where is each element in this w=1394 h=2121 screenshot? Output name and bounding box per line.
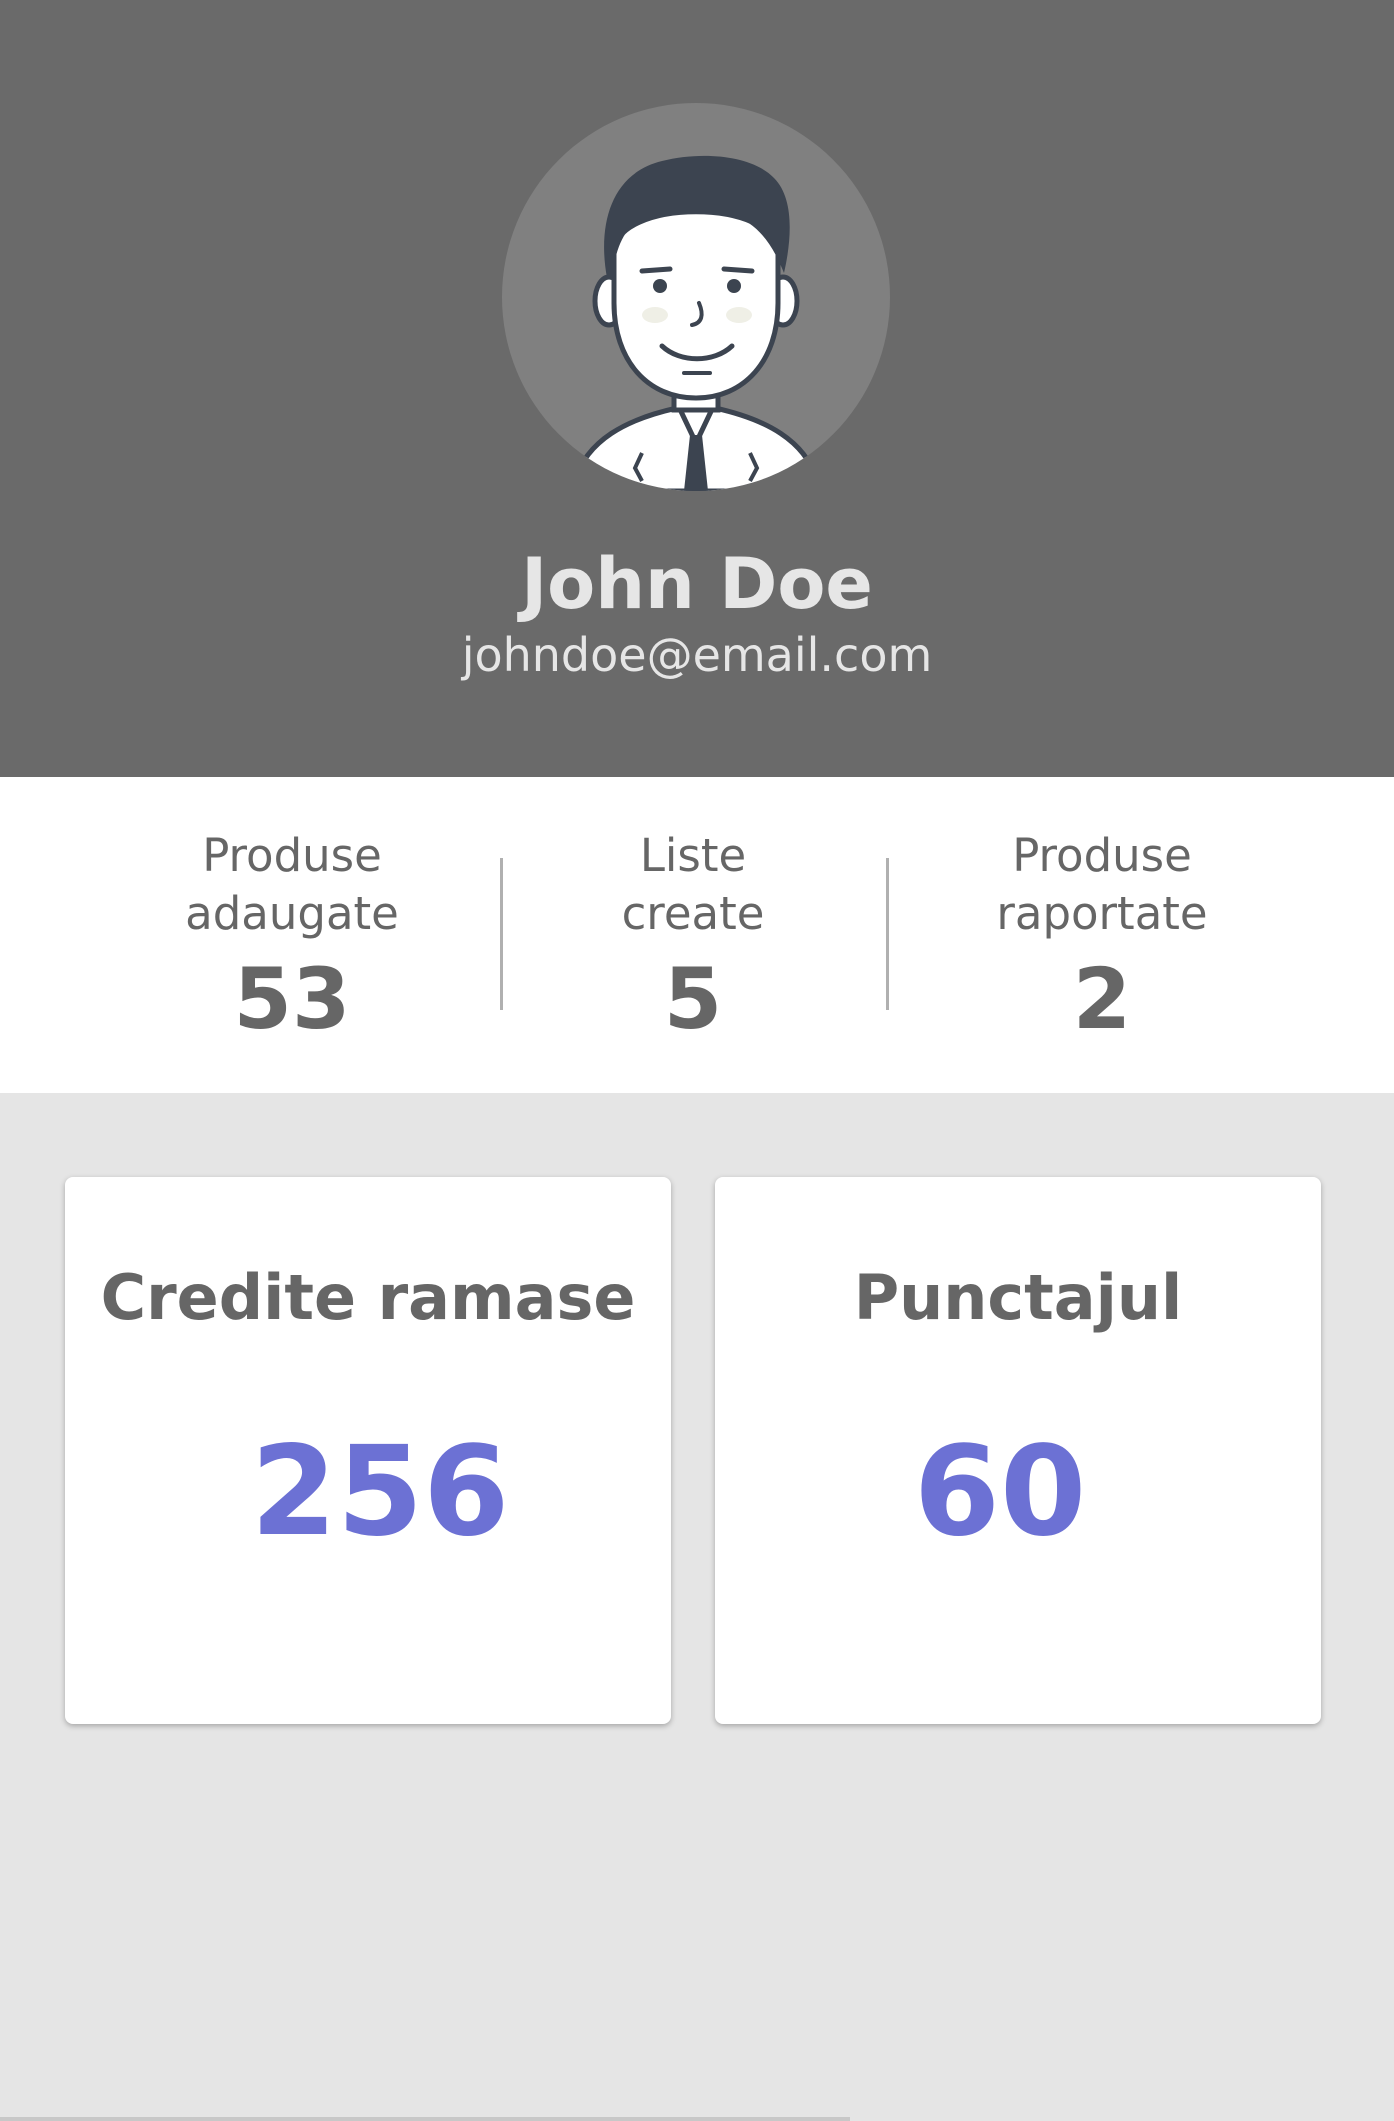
stat-value: 53 <box>233 950 351 1048</box>
card-value: 60 <box>913 1420 1087 1564</box>
stat-products-added[interactable]: Produse adaugate 53 <box>102 827 482 1049</box>
stat-lists-created[interactable]: Liste create 5 <box>503 827 883 1049</box>
score-card[interactable]: Punctajul 60 <box>715 1177 1321 1724</box>
card-title: Credite ramase <box>100 1261 636 1334</box>
stat-value: 2 <box>1072 950 1132 1048</box>
stat-label: Produse raportate <box>996 829 1208 940</box>
card-title: Punctajul <box>853 1261 1183 1334</box>
profile-email: johndoe@email.com <box>461 628 933 682</box>
profile-header: John Doe johndoe@email.com <box>0 0 1394 777</box>
stat-divider <box>886 858 889 1010</box>
credits-card[interactable]: Credite ramase 256 <box>65 1177 671 1724</box>
avatar[interactable] <box>502 103 890 491</box>
stats-strip: Produse adaugate 53 Liste create 5 Produ… <box>0 777 1394 1093</box>
stat-value: 5 <box>663 950 723 1048</box>
card-value: 256 <box>250 1420 510 1564</box>
stat-label: Produse adaugate <box>185 829 399 940</box>
stat-label: Liste create <box>621 829 765 940</box>
profile-name: John Doe <box>521 543 873 625</box>
bottom-divider <box>0 2117 850 2121</box>
person-avatar-icon <box>569 155 823 491</box>
stat-products-reported[interactable]: Produse raportate 2 <box>912 827 1292 1049</box>
